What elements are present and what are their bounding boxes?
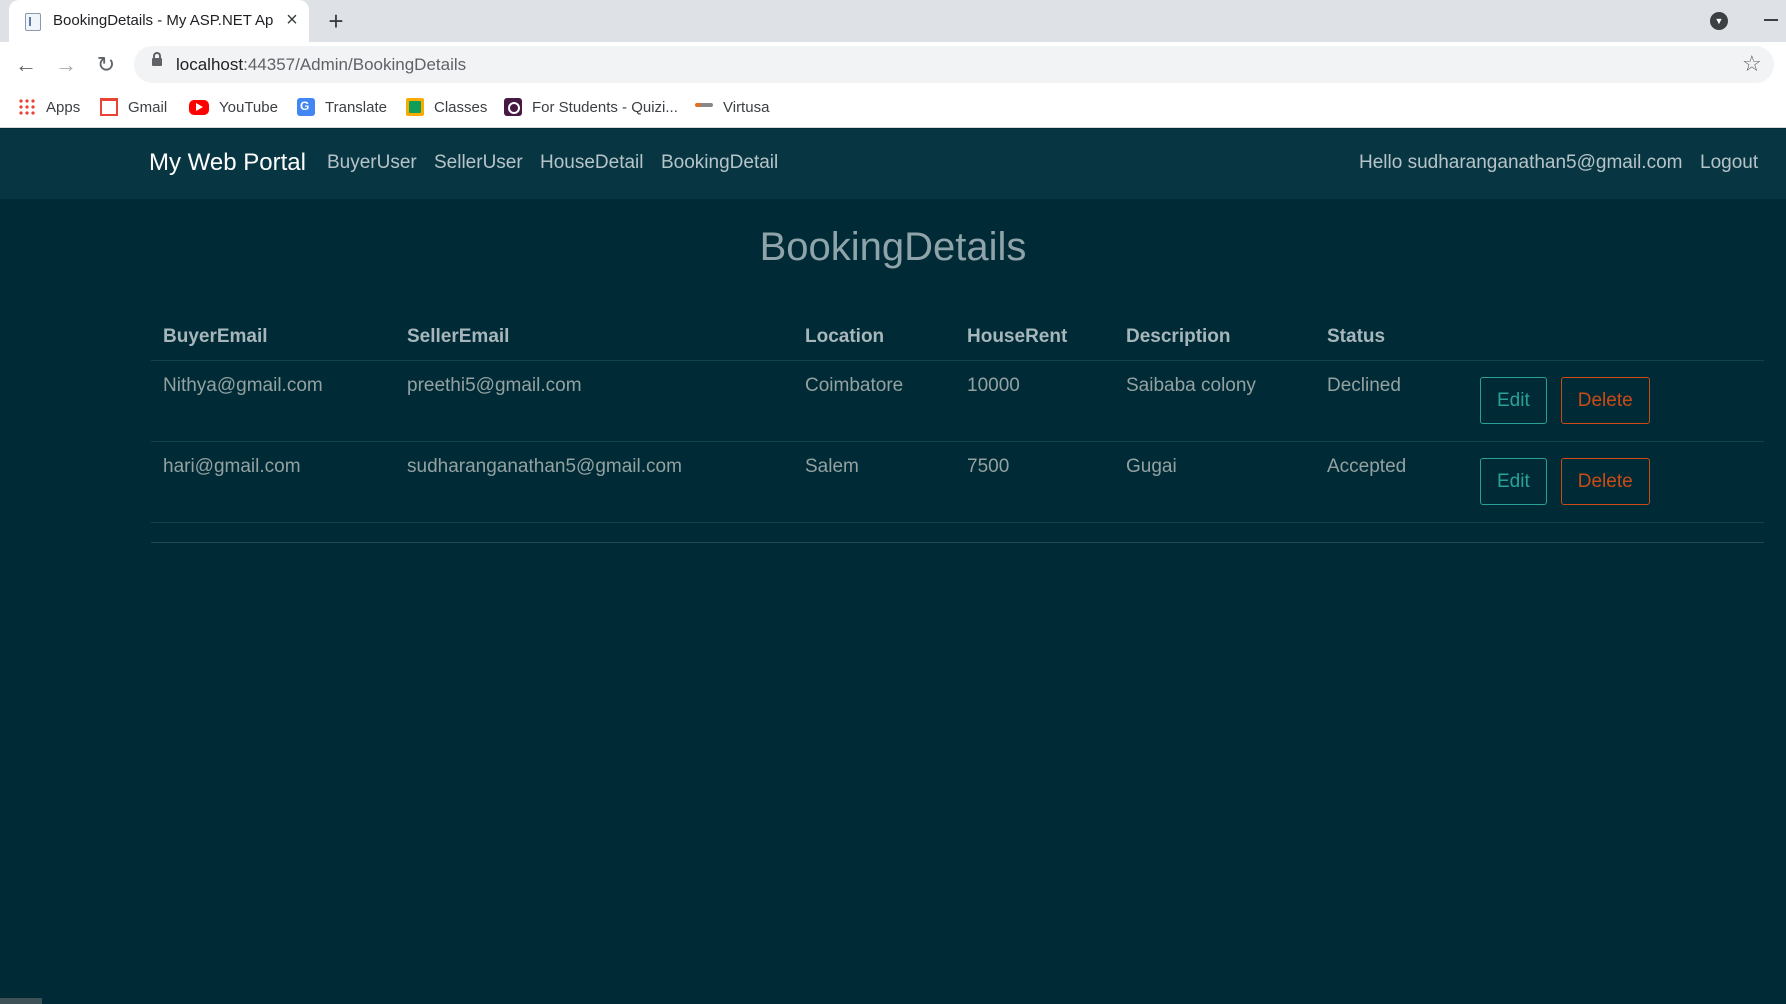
url-path: :44357/Admin/BookingDetails	[243, 55, 467, 74]
brand-link[interactable]: My Web Portal	[149, 149, 306, 177]
status-corner	[0, 998, 42, 1004]
apps-grid-icon	[18, 98, 36, 117]
bookmark-virtusa[interactable]: Virtusa	[695, 96, 769, 120]
bookmark-gmail[interactable]: Gmail	[100, 96, 167, 120]
bookmark-label: For Students - Quizi...	[532, 99, 678, 116]
edit-button[interactable]: Edit	[1480, 457, 1547, 505]
classroom-icon	[406, 98, 424, 117]
bookmark-youtube[interactable]: YouTube	[189, 96, 278, 120]
cell-location: Coimbatore	[793, 360, 955, 442]
cell-description: Saibaba colony	[1114, 360, 1315, 442]
page-favicon-icon	[25, 13, 41, 31]
back-arrow-icon[interactable]: ←	[10, 50, 42, 80]
reload-icon[interactable]: ↻	[90, 50, 122, 80]
table-row: hari@gmail.com sudharanganathan5@gmail.c…	[151, 441, 1764, 523]
cell-buyer-email: Nithya@gmail.com	[151, 360, 395, 442]
cell-location: Salem	[793, 441, 955, 523]
cell-buyer-email: hari@gmail.com	[151, 441, 395, 523]
bookings-table: BuyerEmail SellerEmail Location HouseRen…	[151, 305, 1764, 523]
forward-arrow-icon[interactable]: →	[50, 50, 82, 80]
virtusa-icon	[695, 103, 713, 108]
delete-button[interactable]: Delete	[1560, 457, 1650, 505]
cell-house-rent: 10000	[955, 360, 1114, 442]
youtube-icon	[189, 99, 209, 115]
nav-link-bookingdetail[interactable]: BookingDetail	[661, 152, 778, 174]
cell-description: Gugai	[1114, 441, 1315, 523]
url-host: localhost	[176, 55, 244, 74]
header-seller-email: SellerEmail	[395, 305, 793, 361]
bookmark-label: Virtusa	[723, 99, 770, 116]
nav-link-housedetail[interactable]: HouseDetail	[540, 152, 644, 174]
address-bar[interactable]: localhost:44357/Admin/BookingDetails ☆	[134, 46, 1774, 83]
browser-tab[interactable]: BookingDetails - My ASP.NET Ap ×	[9, 0, 309, 42]
cell-status: Accepted	[1315, 441, 1468, 523]
bookmarks-bar: Apps Gmail YouTube Translate Classes For…	[0, 88, 1786, 128]
bookmark-label: Gmail	[128, 99, 168, 116]
nav-link-selleruser[interactable]: SellerUser	[434, 152, 523, 174]
cell-house-rent: 7500	[955, 441, 1114, 523]
browser-toolbar: ← → ↻ localhost:44357/Admin/BookingDetai…	[0, 42, 1786, 88]
header-status: Status	[1315, 305, 1468, 361]
browser-tabstrip: BookingDetails - My ASP.NET Ap × + ▼	[0, 0, 1786, 42]
translate-icon	[297, 94, 315, 118]
header-actions	[1468, 305, 1764, 361]
header-buyer-email: BuyerEmail	[151, 305, 395, 361]
bookmark-label: Apps	[46, 99, 81, 116]
cell-actions: Edit Delete	[1468, 360, 1764, 442]
table-header-row: BuyerEmail SellerEmail Location HouseRen…	[151, 305, 1764, 361]
header-description: Description	[1114, 305, 1315, 361]
bookmark-apps[interactable]: Apps	[18, 96, 80, 120]
bookmark-star-icon[interactable]: ☆	[1742, 52, 1762, 76]
cell-status: Declined	[1315, 360, 1468, 442]
cell-actions: Edit Delete	[1468, 441, 1764, 523]
logout-link[interactable]: Logout	[1700, 152, 1758, 174]
web-page: My Web Portal BuyerUser SellerUser House…	[0, 129, 1786, 1004]
cell-seller-email: sudharanganathan5@gmail.com	[395, 441, 793, 523]
bookmark-label: Classes	[434, 99, 488, 116]
new-tab-icon[interactable]: +	[322, 7, 350, 35]
tab-search-icon[interactable]: ▼	[1710, 12, 1728, 30]
delete-button[interactable]: Delete	[1560, 376, 1650, 424]
footer-divider	[151, 542, 1764, 543]
site-navbar: My Web Portal BuyerUser SellerUser House…	[0, 129, 1786, 199]
edit-button[interactable]: Edit	[1480, 376, 1547, 424]
nav-link-buyeruser[interactable]: BuyerUser	[327, 152, 417, 174]
page-title: BookingDetails	[759, 225, 1027, 269]
header-location: Location	[793, 305, 955, 361]
bookmark-translate[interactable]: Translate	[297, 94, 387, 120]
cell-seller-email: preethi5@gmail.com	[395, 360, 793, 442]
table-row: Nithya@gmail.com preethi5@gmail.com Coim…	[151, 360, 1764, 442]
bookmark-label: YouTube	[219, 99, 278, 116]
quizizz-icon	[504, 98, 522, 117]
bookmark-classes[interactable]: Classes	[406, 96, 487, 120]
minimize-icon[interactable]	[1764, 19, 1778, 21]
user-greeting-link[interactable]: Hello sudharanganathan5@gmail.com	[1359, 152, 1682, 174]
lock-icon[interactable]	[152, 52, 162, 66]
gmail-icon	[100, 98, 118, 117]
close-tab-icon[interactable]: ×	[281, 9, 303, 31]
bookmark-quizizz[interactable]: For Students - Quizi...	[504, 96, 678, 120]
url-text[interactable]: localhost:44357/Admin/BookingDetails	[176, 55, 466, 75]
tab-title: BookingDetails - My ASP.NET Ap	[53, 12, 274, 29]
header-house-rent: HouseRent	[955, 305, 1114, 361]
bookmark-label: Translate	[325, 99, 387, 116]
